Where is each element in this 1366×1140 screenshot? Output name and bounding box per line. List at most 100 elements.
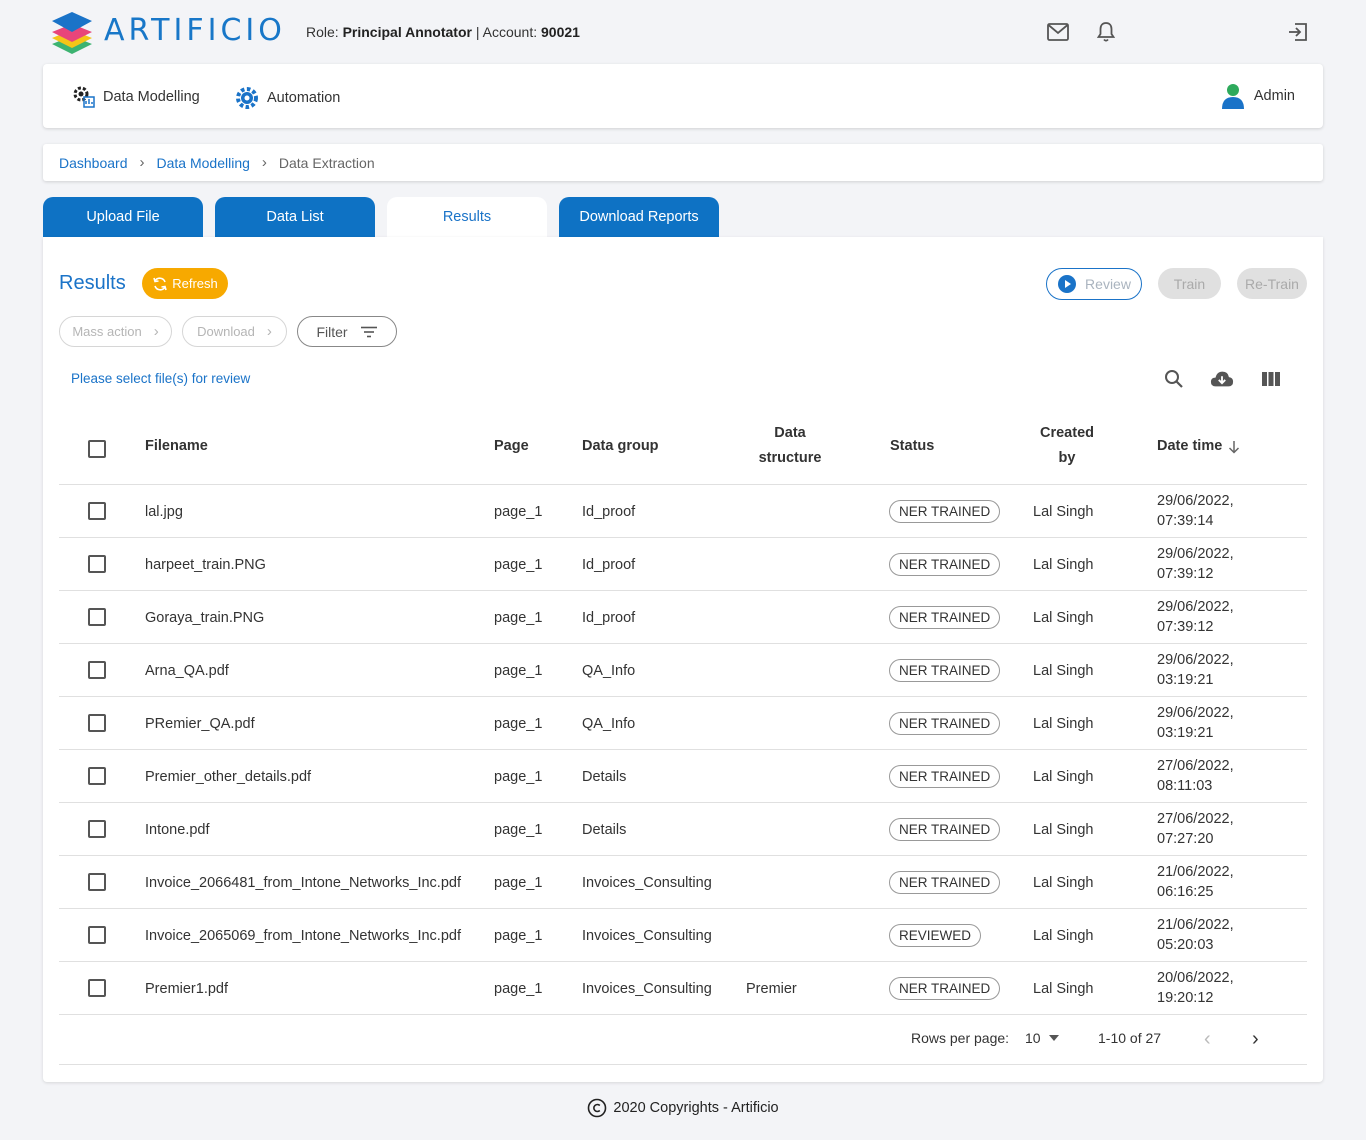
prev-page-icon[interactable]: ‹ [1204,1028,1211,1051]
cell-time: 07:39:12 [1157,566,1214,582]
bell-icon[interactable] [1094,20,1118,44]
cell-data-group: Invoices_Consulting [582,980,712,997]
table-row[interactable]: lal.jpg page_1 Id_proof NER TRAINED Lal Sing… [59,485,1307,538]
download-label: Download [197,324,255,339]
nav-data-modelling[interactable]: Data Modelling [71,84,200,110]
header-page[interactable]: Page [494,434,529,459]
cell-page: page_1 [494,768,543,785]
cell-page: page_1 [494,980,543,997]
select-all-checkbox[interactable] [88,440,106,458]
table-row[interactable]: Premier_other_details.pdf page_1 Details NE… [59,750,1307,803]
table-row[interactable]: PRemier_QA.pdf page_1 QA_Info NER TRAINED La… [59,697,1307,750]
train-button[interactable]: Train [1158,268,1221,299]
cell-date-time: 29/06/2022, 07:39:14 [1157,491,1234,531]
table-row[interactable]: Intone.pdf page_1 Details NER TRAINED Lal Si… [59,803,1307,856]
role-account-info: Role: Principal Annotator | Account: 900… [306,24,580,40]
caret-down-icon [1048,1035,1059,1041]
cloud-download-icon[interactable] [1210,367,1234,391]
header-filename[interactable]: Filename [145,434,208,459]
status-badge: NER TRAINED [889,712,1001,735]
cell-date: 27/06/2022, [1157,758,1234,774]
row-checkbox[interactable] [88,767,106,785]
cell-created-by: Lal Singh [1033,927,1094,944]
cell-created-by: Lal Singh [1033,609,1094,626]
header-data-structure[interactable]: Data structure [749,421,831,471]
cell-status: NER TRAINED [889,962,1001,1015]
status-badge: NER TRAINED [889,871,1001,894]
breadcrumb-data-modelling[interactable]: Data Modelling [157,155,250,171]
table-row[interactable]: Premier1.pdf page_1 Invoices_Consulting Pre… [59,962,1307,1015]
retrain-button[interactable]: Re-Train [1237,268,1307,299]
header-date-time-label: Date time [1157,438,1223,454]
cell-time: 07:39:14 [1157,513,1214,529]
nav-automation[interactable]: Automation [233,84,340,112]
cell-date: 27/06/2022, [1157,811,1234,827]
tab-results[interactable]: Results [387,197,547,237]
nav-label: Data Modelling [103,89,200,105]
row-checkbox[interactable] [88,820,106,838]
row-checkbox[interactable] [88,926,106,944]
table-row[interactable]: harpeet_train.PNG page_1 Id_proof NER TRAIN… [59,538,1307,591]
row-checkbox[interactable] [88,608,106,626]
header-created-by[interactable]: Created by [1037,421,1097,471]
rows-per-page-select[interactable]: 10 [1025,1030,1059,1046]
tab-download-reports[interactable]: Download Reports [559,197,719,237]
cell-page: page_1 [494,609,543,626]
table-body: lal.jpg page_1 Id_proof NER TRAINED Lal Sing… [59,485,1307,1015]
row-checkbox[interactable] [88,873,106,891]
cell-date: 21/06/2022, [1157,864,1234,880]
row-checkbox[interactable] [88,714,106,732]
mass-action-button[interactable]: Mass action › [59,316,172,347]
cell-data-group: Invoices_Consulting [582,874,712,891]
chevron-right-icon: › [266,323,272,340]
header-status[interactable]: Status [890,434,934,459]
search-icon[interactable] [1162,367,1186,391]
cell-date: 29/06/2022, [1157,546,1234,562]
cell-data-group: Id_proof [582,609,636,626]
cell-date: 29/06/2022, [1157,493,1234,509]
breadcrumb-dashboard[interactable]: Dashboard [59,155,128,171]
tab-data-list[interactable]: Data List [215,197,375,237]
table-row[interactable]: Goraya_train.PNG page_1 Id_proof NER TRAINE… [59,591,1307,644]
data-modelling-icon [73,86,95,108]
cell-date: 21/06/2022, [1157,917,1234,933]
refresh-icon [153,276,168,291]
cell-time: 05:20:03 [1157,937,1214,953]
view-columns-icon[interactable] [1259,367,1283,391]
refresh-button[interactable]: Refresh [142,268,228,299]
next-page-icon[interactable]: › [1252,1028,1259,1051]
tab-upload-file[interactable]: Upload File [43,197,203,237]
table-row[interactable]: Invoice_2065069_from_Intone_Networks_Inc… [59,909,1307,962]
header-created-by-line2: by [1058,450,1076,466]
cell-date: 29/06/2022, [1157,705,1234,721]
table-row[interactable]: Arna_QA.pdf page_1 QA_Info NER TRAINED Lal S… [59,644,1307,697]
gear-icon [236,87,258,109]
footer: 2020 Copyrights - Artificio [0,1098,1366,1118]
header-date-time[interactable]: Date time [1157,434,1240,459]
filter-button[interactable]: Filter [297,316,397,347]
cell-page: page_1 [494,821,543,838]
logout-icon[interactable] [1286,20,1310,44]
review-button[interactable]: Review [1046,268,1142,300]
header-data-group[interactable]: Data group [582,434,659,459]
row-checkbox[interactable] [88,555,106,573]
cell-data-group: Details [582,768,627,785]
user-name: Admin [1253,88,1295,104]
download-button[interactable]: Download › [182,316,287,347]
rows-per-page-label: Rows per page: [911,1030,1010,1046]
row-checkbox[interactable] [88,661,106,679]
cell-filename: Invoice_2065069_from_Intone_Networks_Inc… [145,927,461,944]
row-checkbox[interactable] [88,979,106,997]
top-nav-bar: Data Modelling Automation Admin [43,64,1323,128]
cell-time: 03:19:21 [1157,725,1214,741]
cell-date: 20/06/2022, [1157,970,1234,986]
user-menu[interactable]: Admin [1220,82,1295,110]
cell-time: 07:27:20 [1157,831,1214,847]
results-panel: Results Refresh Review Train Re-Train Ma… [43,237,1323,1082]
chevron-right-icon: › [153,323,159,340]
row-checkbox[interactable] [88,502,106,520]
table-row[interactable]: Invoice_2066481_from_Intone_Networks_Inc… [59,856,1307,909]
mail-icon[interactable] [1046,20,1070,44]
status-badge: NER TRAINED [889,553,1001,576]
header-data-structure-line2: structure [758,450,822,466]
